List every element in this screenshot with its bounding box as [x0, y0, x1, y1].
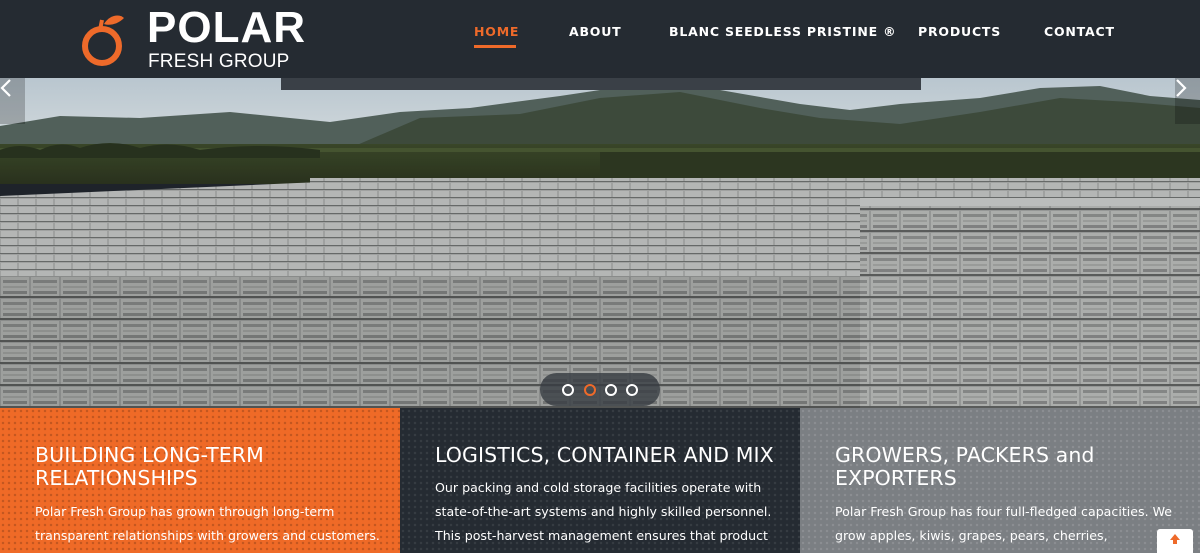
slide-dot-3[interactable]: [605, 384, 617, 396]
slide-dot-4[interactable]: [626, 384, 638, 396]
slider-prev-button[interactable]: [0, 78, 25, 124]
brand-name: POLAR: [147, 3, 306, 52]
panel-text: Our packing and cold storage facilities …: [435, 480, 772, 543]
panel-title: BUILDING LONG-TERM RELATIONSHIPS: [35, 443, 264, 490]
site-header: POLAR FRESH GROUP HOME ABOUT BLANC SEEDL…: [0, 0, 1200, 78]
panel-text: Polar Fresh Group has four full-fledged …: [835, 504, 1173, 543]
panel-text: Polar Fresh Group has grown through long…: [35, 504, 380, 543]
hero-slider: [0, 78, 1200, 408]
panel-title: LOGISTICS, CONTAINER AND MIX: [435, 443, 774, 467]
logo[interactable]: POLAR FRESH GROUP: [80, 3, 310, 74]
slide-dot-1[interactable]: [562, 384, 574, 396]
nav-contact[interactable]: CONTACT: [1044, 24, 1115, 39]
panel-logistics: LOGISTICS, CONTAINER AND MIX Our packing…: [400, 408, 800, 553]
nav-home[interactable]: HOME: [474, 24, 519, 39]
back-to-top-button[interactable]: [1157, 529, 1193, 553]
panel-growers: GROWERS, PACKERS and EXPORTERS Polar Fre…: [800, 408, 1200, 553]
panel-relationships: BUILDING LONG-TERM RELATIONSHIPS Polar F…: [0, 408, 400, 553]
slider-next-button[interactable]: [1175, 78, 1200, 124]
arrow-up-icon: [1170, 534, 1180, 544]
nav-shadow-bar: [281, 78, 921, 90]
slide-dot-2[interactable]: [584, 384, 596, 396]
nav-about[interactable]: ABOUT: [569, 24, 622, 39]
active-nav-indicator: [474, 45, 516, 48]
hero-image: [0, 78, 1200, 408]
slider-pagination: [540, 373, 660, 406]
nav-blanc-seedless-pristine[interactable]: BLANC SEEDLESS PRISTINE ®: [669, 24, 896, 39]
chevron-left-icon: [0, 79, 11, 97]
panel-title: GROWERS, PACKERS and EXPORTERS: [835, 443, 1095, 490]
chevron-right-icon: [1176, 79, 1187, 97]
fruit-logo-icon: [82, 15, 124, 66]
brand-subtitle: FRESH GROUP: [148, 51, 290, 72]
nav-products[interactable]: PRODUCTS: [918, 24, 1001, 39]
